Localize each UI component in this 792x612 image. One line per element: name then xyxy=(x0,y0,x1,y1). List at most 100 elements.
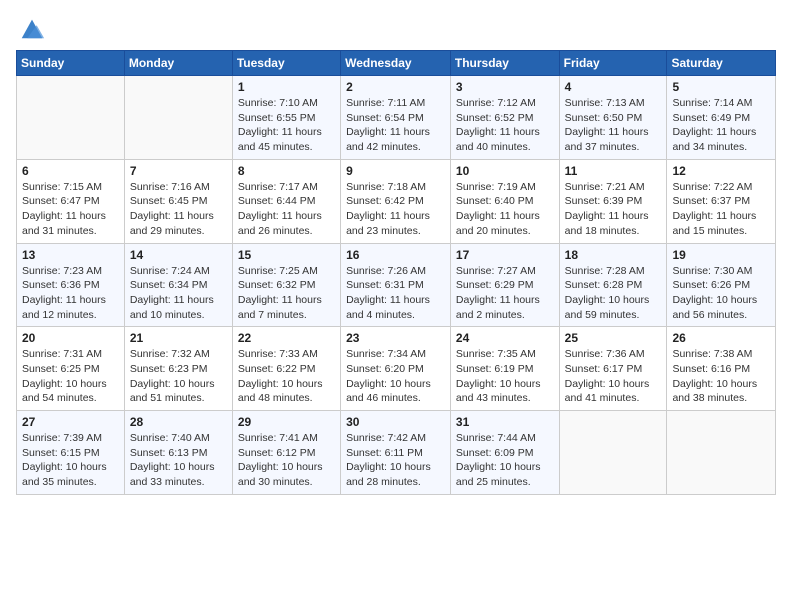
header xyxy=(16,10,776,42)
week-row-1: 1 Sunrise: 7:10 AMSunset: 6:55 PMDaylight… xyxy=(17,76,776,160)
col-header-saturday: Saturday xyxy=(667,51,776,76)
col-header-wednesday: Wednesday xyxy=(341,51,451,76)
calendar-header: SundayMondayTuesdayWednesdayThursdayFrid… xyxy=(17,51,776,76)
day-info: Sunrise: 7:31 AMSunset: 6:25 PMDaylight:… xyxy=(22,347,119,406)
day-number: 24 xyxy=(456,331,554,345)
day-info: Sunrise: 7:17 AMSunset: 6:44 PMDaylight:… xyxy=(238,180,335,239)
day-number: 13 xyxy=(22,248,119,262)
week-row-5: 27Sunrise: 7:39 AMSunset: 6:15 PMDayligh… xyxy=(17,411,776,495)
day-number: 26 xyxy=(672,331,770,345)
day-info: Sunrise: 7:25 AMSunset: 6:32 PMDaylight:… xyxy=(238,264,335,323)
col-header-thursday: Thursday xyxy=(450,51,559,76)
day-number: 12 xyxy=(672,164,770,178)
calendar-cell: 19 Sunrise: 7:30 AMSunset: 6:26 PMDayligh… xyxy=(667,243,776,327)
day-info: Sunrise: 7:32 AMSunset: 6:23 PMDaylight:… xyxy=(130,347,227,406)
day-info: Sunrise: 7:22 AMSunset: 6:37 PMDaylight:… xyxy=(672,180,770,239)
day-number: 10 xyxy=(456,164,554,178)
day-number: 17 xyxy=(456,248,554,262)
day-info: Sunrise: 7:35 AMSunset: 6:19 PMDaylight:… xyxy=(456,347,554,406)
week-row-4: 20Sunrise: 7:31 AMSunset: 6:25 PMDayligh… xyxy=(17,327,776,411)
week-row-3: 13Sunrise: 7:23 AMSunset: 6:36 PMDayligh… xyxy=(17,243,776,327)
calendar-cell: 9Sunrise: 7:18 AMSunset: 6:42 PMDaylight… xyxy=(341,159,451,243)
calendar-cell: 27Sunrise: 7:39 AMSunset: 6:15 PMDayligh… xyxy=(17,411,125,495)
day-number: 23 xyxy=(346,331,445,345)
calendar-cell: 12 Sunrise: 7:22 AMSunset: 6:37 PMDayligh… xyxy=(667,159,776,243)
day-number: 2 xyxy=(346,80,445,94)
day-number: 18 xyxy=(565,248,662,262)
logo xyxy=(16,14,46,42)
calendar-cell xyxy=(124,76,232,160)
calendar-table: SundayMondayTuesdayWednesdayThursdayFrid… xyxy=(16,50,776,495)
calendar-cell: 29 Sunrise: 7:41 AMSunset: 6:12 PMDayligh… xyxy=(232,411,340,495)
calendar-cell: 3 Sunrise: 7:12 AMSunset: 6:52 PMDaylight… xyxy=(450,76,559,160)
day-info: Sunrise: 7:10 AMSunset: 6:55 PMDaylight:… xyxy=(238,96,335,155)
calendar-cell: 28 Sunrise: 7:40 AMSunset: 6:13 PMDayligh… xyxy=(124,411,232,495)
day-number: 28 xyxy=(130,415,227,429)
calendar-cell: 30Sunrise: 7:42 AMSunset: 6:11 PMDayligh… xyxy=(341,411,451,495)
col-header-sunday: Sunday xyxy=(17,51,125,76)
day-number: 4 xyxy=(565,80,662,94)
day-info: Sunrise: 7:44 AMSunset: 6:09 PMDaylight:… xyxy=(456,431,554,490)
calendar-cell: 31 Sunrise: 7:44 AMSunset: 6:09 PMDayligh… xyxy=(450,411,559,495)
day-info: Sunrise: 7:12 AMSunset: 6:52 PMDaylight:… xyxy=(456,96,554,155)
day-info: Sunrise: 7:34 AMSunset: 6:20 PMDaylight:… xyxy=(346,347,445,406)
calendar-cell: 11 Sunrise: 7:21 AMSunset: 6:39 PMDayligh… xyxy=(559,159,667,243)
day-info: Sunrise: 7:33 AMSunset: 6:22 PMDaylight:… xyxy=(238,347,335,406)
day-info: Sunrise: 7:27 AMSunset: 6:29 PMDaylight:… xyxy=(456,264,554,323)
day-info: Sunrise: 7:24 AMSunset: 6:34 PMDaylight:… xyxy=(130,264,227,323)
calendar-cell: 13Sunrise: 7:23 AMSunset: 6:36 PMDayligh… xyxy=(17,243,125,327)
day-number: 30 xyxy=(346,415,445,429)
calendar-cell: 10Sunrise: 7:19 AMSunset: 6:40 PMDayligh… xyxy=(450,159,559,243)
calendar-cell: 17 Sunrise: 7:27 AMSunset: 6:29 PMDayligh… xyxy=(450,243,559,327)
calendar-cell: 8 Sunrise: 7:17 AMSunset: 6:44 PMDaylight… xyxy=(232,159,340,243)
day-info: Sunrise: 7:28 AMSunset: 6:28 PMDaylight:… xyxy=(565,264,662,323)
calendar-cell: 24 Sunrise: 7:35 AMSunset: 6:19 PMDayligh… xyxy=(450,327,559,411)
day-number: 8 xyxy=(238,164,335,178)
day-info: Sunrise: 7:39 AMSunset: 6:15 PMDaylight:… xyxy=(22,431,119,490)
day-number: 21 xyxy=(130,331,227,345)
day-info: Sunrise: 7:15 AMSunset: 6:47 PMDaylight:… xyxy=(22,180,119,239)
day-number: 16 xyxy=(346,248,445,262)
day-number: 1 xyxy=(238,80,335,94)
day-number: 3 xyxy=(456,80,554,94)
calendar-cell: 20Sunrise: 7:31 AMSunset: 6:25 PMDayligh… xyxy=(17,327,125,411)
day-info: Sunrise: 7:38 AMSunset: 6:16 PMDaylight:… xyxy=(672,347,770,406)
calendar-cell: 26 Sunrise: 7:38 AMSunset: 6:16 PMDayligh… xyxy=(667,327,776,411)
day-info: Sunrise: 7:13 AMSunset: 6:50 PMDaylight:… xyxy=(565,96,662,155)
day-info: Sunrise: 7:30 AMSunset: 6:26 PMDaylight:… xyxy=(672,264,770,323)
day-info: Sunrise: 7:16 AMSunset: 6:45 PMDaylight:… xyxy=(130,180,227,239)
day-number: 29 xyxy=(238,415,335,429)
day-header-row: SundayMondayTuesdayWednesdayThursdayFrid… xyxy=(17,51,776,76)
day-info: Sunrise: 7:11 AMSunset: 6:54 PMDaylight:… xyxy=(346,96,445,155)
calendar-body: 1 Sunrise: 7:10 AMSunset: 6:55 PMDaylight… xyxy=(17,76,776,495)
calendar-cell: 7Sunrise: 7:16 AMSunset: 6:45 PMDaylight… xyxy=(124,159,232,243)
calendar-cell: 15 Sunrise: 7:25 AMSunset: 6:32 PMDayligh… xyxy=(232,243,340,327)
calendar-cell: 22Sunrise: 7:33 AMSunset: 6:22 PMDayligh… xyxy=(232,327,340,411)
day-number: 6 xyxy=(22,164,119,178)
calendar-cell xyxy=(667,411,776,495)
col-header-friday: Friday xyxy=(559,51,667,76)
calendar-cell: 4 Sunrise: 7:13 AMSunset: 6:50 PMDaylight… xyxy=(559,76,667,160)
day-info: Sunrise: 7:21 AMSunset: 6:39 PMDaylight:… xyxy=(565,180,662,239)
day-number: 11 xyxy=(565,164,662,178)
col-header-monday: Monday xyxy=(124,51,232,76)
day-number: 25 xyxy=(565,331,662,345)
day-info: Sunrise: 7:14 AMSunset: 6:49 PMDaylight:… xyxy=(672,96,770,155)
day-info: Sunrise: 7:40 AMSunset: 6:13 PMDaylight:… xyxy=(130,431,227,490)
calendar-cell: 14 Sunrise: 7:24 AMSunset: 6:34 PMDayligh… xyxy=(124,243,232,327)
calendar-cell: 16Sunrise: 7:26 AMSunset: 6:31 PMDayligh… xyxy=(341,243,451,327)
day-number: 31 xyxy=(456,415,554,429)
calendar-cell: 5Sunrise: 7:14 AMSunset: 6:49 PMDaylight… xyxy=(667,76,776,160)
day-info: Sunrise: 7:36 AMSunset: 6:17 PMDaylight:… xyxy=(565,347,662,406)
day-number: 19 xyxy=(672,248,770,262)
day-number: 15 xyxy=(238,248,335,262)
calendar-cell: 25 Sunrise: 7:36 AMSunset: 6:17 PMDayligh… xyxy=(559,327,667,411)
logo-icon xyxy=(18,14,46,42)
week-row-2: 6 Sunrise: 7:15 AMSunset: 6:47 PMDaylight… xyxy=(17,159,776,243)
day-number: 14 xyxy=(130,248,227,262)
day-info: Sunrise: 7:41 AMSunset: 6:12 PMDaylight:… xyxy=(238,431,335,490)
calendar-cell xyxy=(559,411,667,495)
col-header-tuesday: Tuesday xyxy=(232,51,340,76)
calendar-cell xyxy=(17,76,125,160)
calendar-cell: 6 Sunrise: 7:15 AMSunset: 6:47 PMDaylight… xyxy=(17,159,125,243)
